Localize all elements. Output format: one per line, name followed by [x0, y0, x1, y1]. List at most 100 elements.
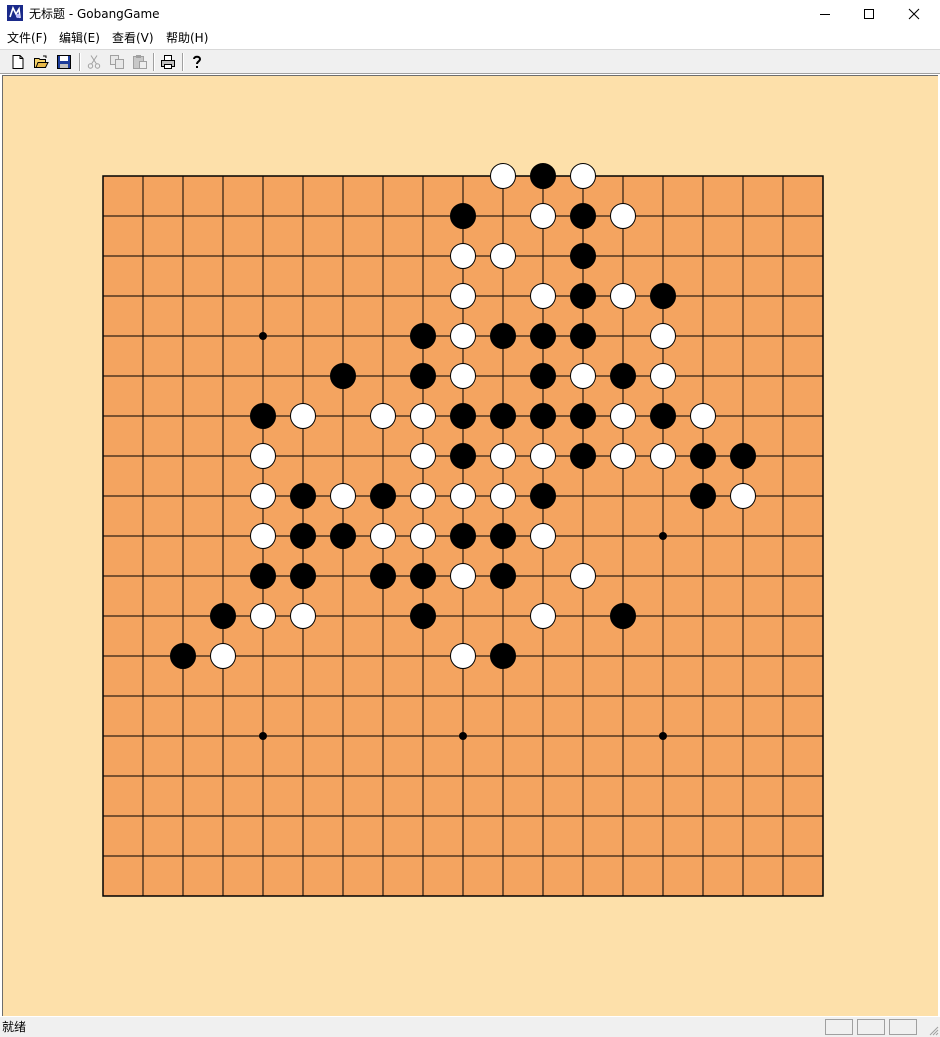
star-point	[459, 732, 467, 740]
black-stone	[410, 563, 436, 589]
star-point	[259, 732, 267, 740]
minimize-button[interactable]	[802, 0, 848, 28]
new-document-icon	[12, 55, 24, 69]
white-stone	[250, 603, 276, 629]
maximize-icon	[864, 9, 874, 19]
copy-icon	[110, 55, 124, 69]
minimize-icon	[820, 14, 830, 15]
white-stone	[490, 243, 516, 269]
white-stone	[650, 363, 676, 389]
black-stone	[290, 483, 316, 509]
menu-bar: 文件(F) 编辑(E) 查看(V) 帮助(H)	[0, 28, 940, 49]
status-pane	[825, 1019, 853, 1035]
star-point	[259, 332, 267, 340]
paste-icon	[133, 55, 147, 69]
paste-button[interactable]	[130, 52, 150, 72]
gobang-board[interactable]	[3, 76, 939, 1017]
title-bar[interactable]: 无标题 - GobangGame	[0, 0, 940, 28]
black-stone	[370, 563, 396, 589]
white-stone	[610, 283, 636, 309]
cut-button[interactable]	[84, 52, 104, 72]
white-stone	[490, 443, 516, 469]
white-stone	[330, 483, 356, 509]
black-stone	[570, 283, 596, 309]
black-stone	[490, 643, 516, 669]
black-stone	[170, 643, 196, 669]
black-stone	[690, 443, 716, 469]
white-stone	[610, 403, 636, 429]
black-stone	[450, 203, 476, 229]
white-stone	[370, 523, 396, 549]
white-stone	[530, 523, 556, 549]
black-stone	[370, 483, 396, 509]
black-stone	[290, 523, 316, 549]
black-stone	[410, 363, 436, 389]
black-stone	[610, 363, 636, 389]
status-pane	[889, 1019, 917, 1035]
print-button[interactable]	[158, 52, 178, 72]
copy-button[interactable]	[107, 52, 127, 72]
save-button[interactable]	[54, 52, 74, 72]
black-stone	[330, 363, 356, 389]
black-stone	[490, 563, 516, 589]
black-stone	[410, 323, 436, 349]
black-stone	[410, 603, 436, 629]
black-stone	[610, 603, 636, 629]
white-stone	[250, 523, 276, 549]
status-text: 就绪	[2, 1020, 27, 1034]
menu-file[interactable]: 文件(F)	[7, 31, 47, 46]
white-stone	[650, 323, 676, 349]
white-stone	[530, 603, 556, 629]
white-stone	[450, 323, 476, 349]
black-stone	[450, 523, 476, 549]
toolbar-separator	[79, 53, 81, 71]
app-icon[interactable]	[7, 5, 23, 21]
black-stone	[570, 243, 596, 269]
toolbar-separator	[153, 53, 155, 71]
close-icon	[908, 8, 920, 20]
white-stone	[410, 403, 436, 429]
white-stone	[450, 243, 476, 269]
white-stone	[570, 163, 596, 189]
black-stone	[450, 403, 476, 429]
white-stone	[370, 403, 396, 429]
white-stone	[490, 163, 516, 189]
black-stone	[530, 363, 556, 389]
white-stone	[610, 203, 636, 229]
close-button[interactable]	[891, 0, 937, 28]
status-pane	[857, 1019, 885, 1035]
white-stone	[490, 483, 516, 509]
resize-grip-icon[interactable]	[927, 1024, 939, 1036]
menu-view[interactable]: 查看(V)	[112, 31, 154, 46]
black-stone	[650, 283, 676, 309]
about-button[interactable]	[187, 52, 207, 72]
white-stone	[530, 283, 556, 309]
maximize-button[interactable]	[846, 0, 892, 28]
white-stone	[610, 443, 636, 469]
open-button[interactable]	[31, 52, 51, 72]
menu-edit[interactable]: 编辑(E)	[59, 31, 100, 46]
white-stone	[250, 443, 276, 469]
black-stone	[570, 403, 596, 429]
black-stone	[530, 323, 556, 349]
black-stone	[530, 403, 556, 429]
white-stone	[650, 443, 676, 469]
game-canvas[interactable]	[2, 75, 938, 1016]
status-bar: 就绪	[0, 1017, 940, 1037]
white-stone	[450, 563, 476, 589]
star-point	[659, 732, 667, 740]
black-stone	[570, 443, 596, 469]
white-stone	[450, 643, 476, 669]
black-stone	[450, 443, 476, 469]
white-stone	[730, 483, 756, 509]
black-stone	[650, 403, 676, 429]
menu-help[interactable]: 帮助(H)	[166, 31, 208, 46]
white-stone	[450, 283, 476, 309]
black-stone	[490, 403, 516, 429]
black-stone	[490, 523, 516, 549]
scissors-icon	[87, 55, 101, 69]
star-point	[659, 532, 667, 540]
new-button[interactable]	[8, 52, 28, 72]
white-stone	[290, 603, 316, 629]
help-icon	[193, 55, 202, 68]
